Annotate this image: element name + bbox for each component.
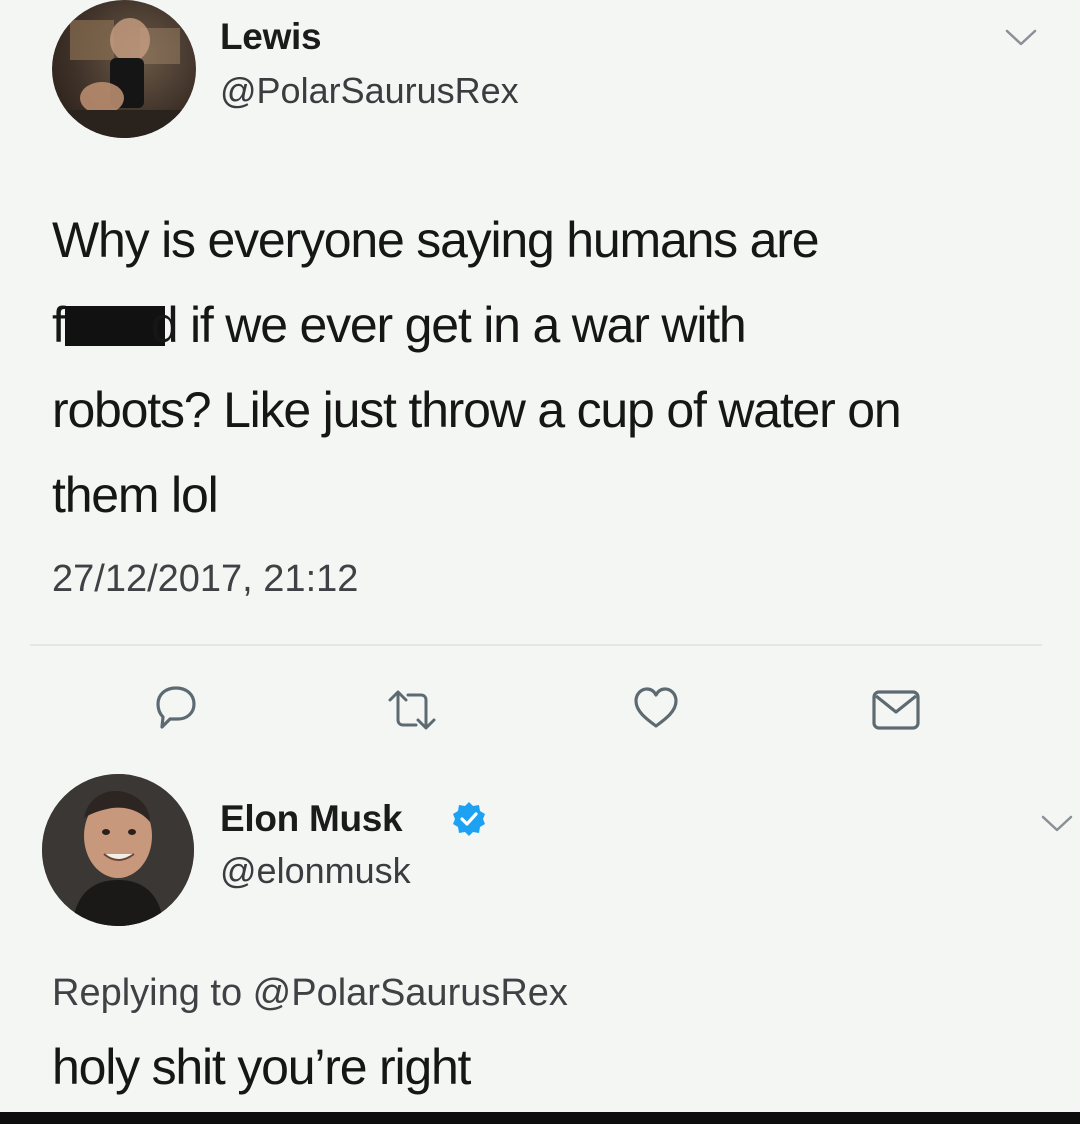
divider xyxy=(30,644,1042,646)
author-handle-elon-musk[interactable]: @elonmusk xyxy=(220,850,411,892)
tweet-text-line-2-rest: d if we ever get in a war with xyxy=(150,297,747,353)
censor-bar xyxy=(64,306,165,346)
replying-to-handle[interactable]: @PolarSaurusRex xyxy=(253,972,568,1014)
direct-message-icon[interactable] xyxy=(868,682,924,738)
reply-icon[interactable] xyxy=(148,680,204,736)
reply-tweet-text: holy shit you’re right xyxy=(52,1039,471,1095)
verified-badge-icon xyxy=(453,802,485,836)
like-icon[interactable] xyxy=(628,680,684,736)
retweet-icon[interactable] xyxy=(384,682,440,738)
replying-to-label: Replying to xyxy=(52,972,253,1014)
author-name-elon-musk[interactable]: Elon Musk xyxy=(220,798,403,840)
tweet-text-line-4: them lol xyxy=(52,467,219,523)
tweet-text-line-1: Why is everyone saying humans are xyxy=(52,212,820,268)
avatar-elon-musk[interactable] xyxy=(42,774,194,926)
author-name-lewis[interactable]: Lewis xyxy=(220,16,322,58)
bottom-bar xyxy=(0,1112,1080,1124)
chevron-down-icon[interactable] xyxy=(1004,28,1038,48)
chevron-down-icon[interactable] xyxy=(1040,814,1074,834)
replying-to-line: Replying to @PolarSaurusRex xyxy=(52,972,568,1015)
tweet-timestamp[interactable]: 27/12/2017, 21:12 xyxy=(52,558,358,601)
tweet-text-line-2: f d if we ever get in a war with xyxy=(52,283,1062,368)
censored-word-start: f xyxy=(52,297,66,353)
avatar-lewis-image xyxy=(52,18,196,138)
tweet-text: Why is everyone saying humans are f d if … xyxy=(52,198,1062,538)
avatar-elon-musk-image xyxy=(42,774,194,926)
author-handle-lewis[interactable]: @PolarSaurusRex xyxy=(220,70,519,112)
tweet-text-line-3: robots? Like just throw a cup of water o… xyxy=(52,382,902,438)
avatar-lewis[interactable] xyxy=(52,0,196,138)
